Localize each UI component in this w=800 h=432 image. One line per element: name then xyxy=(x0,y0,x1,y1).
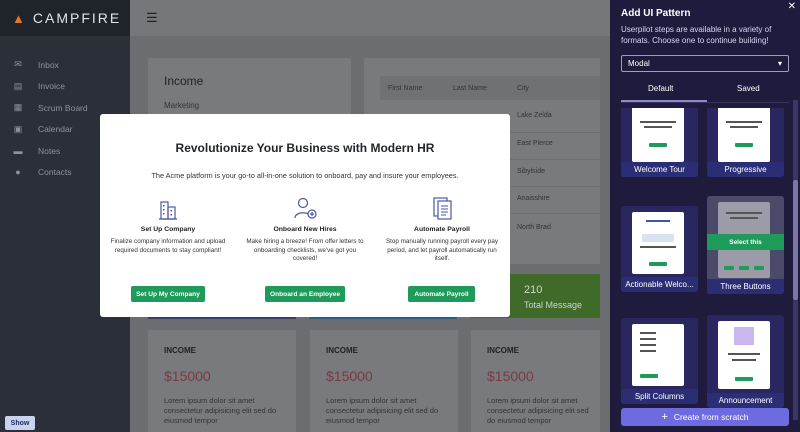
onboard-employee-button[interactable]: Onboard an Employee xyxy=(265,286,345,302)
tile-preview xyxy=(632,212,684,274)
column-header-city[interactable]: City xyxy=(517,85,529,92)
select-value: Modal xyxy=(628,59,650,68)
tile-label: Split Columns xyxy=(621,389,698,404)
pattern-tile-progressive[interactable]: Progressive xyxy=(707,108,784,177)
column-header-last-name[interactable]: Last Name xyxy=(453,85,487,92)
scrollbar-thumb[interactable] xyxy=(793,180,798,300)
income-box: INCOME $15000 Lorem ipsum dolor sit amet… xyxy=(471,330,600,432)
active-tab-indicator xyxy=(621,100,707,102)
income-box-description: Lorem ipsum dolor sit amet consectetur a… xyxy=(164,396,277,425)
notes-icon: ▬ xyxy=(13,145,23,156)
contacts-icon: ● xyxy=(15,167,21,178)
panel-scrollbar[interactable] xyxy=(793,100,798,420)
stat-value: 210 xyxy=(524,284,543,296)
pattern-tile-announcement[interactable]: Announcement xyxy=(707,315,784,408)
income-card-title: Income xyxy=(164,74,204,88)
pattern-type-select[interactable]: Modal ▾ xyxy=(621,55,789,72)
pattern-tile-three-buttons[interactable]: Select this Three Buttons xyxy=(707,196,784,294)
tile-label: Welcome Tour xyxy=(621,162,698,177)
chevron-down-icon: ▾ xyxy=(777,59,782,68)
modal-column-title: Set Up Company xyxy=(140,226,196,233)
onboarding-modal: Revolutionize Your Business with Modern … xyxy=(100,114,510,317)
modal-title: Revolutionize Your Business with Modern … xyxy=(175,141,435,155)
add-person-icon xyxy=(243,196,367,220)
board-icon: ▦ xyxy=(13,102,23,113)
calendar-icon: ▣ xyxy=(13,123,23,134)
sidebar-item-label: Scrum Board xyxy=(38,102,88,113)
income-box: INCOME $15000 Lorem ipsum dolor sit amet… xyxy=(148,330,296,432)
pattern-tile-welcome-tour[interactable]: Welcome Tour xyxy=(621,108,698,177)
table-cell-city: East Pierce xyxy=(517,140,553,147)
income-card-subtitle: Marketing xyxy=(164,101,200,110)
create-button-label: Create from scratch xyxy=(673,412,749,422)
tile-preview xyxy=(718,321,770,389)
income-box-value: $15000 xyxy=(326,368,373,384)
tile-label: Actionable Welco... xyxy=(621,277,698,292)
sidebar-item-label: Contacts xyxy=(38,167,72,178)
automate-payroll-button[interactable]: Automate Payroll xyxy=(408,286,475,302)
modal-column-title: Onboard New Hires xyxy=(273,226,337,233)
income-box-description: Lorem ipsum dolor sit amet consectetur a… xyxy=(487,396,589,425)
invoice-icon: ▤ xyxy=(13,80,23,91)
ui-pattern-panel: Add UI Pattern ✕ Userpilot steps are ava… xyxy=(610,0,800,432)
sidebar-item-inbox[interactable]: ✉ Inbox xyxy=(0,54,130,76)
income-box: INCOME $15000 Lorem ipsum dolor sit amet… xyxy=(310,330,458,432)
documents-icon xyxy=(380,196,504,220)
tab-saved[interactable]: Saved xyxy=(737,84,760,93)
flame-icon: ▲ xyxy=(12,10,27,26)
sidebar-item-label: Invoice xyxy=(38,81,65,92)
tab-divider xyxy=(621,102,789,103)
set-up-company-button[interactable]: Set Up My Company xyxy=(131,286,205,302)
sidebar-item-invoice[interactable]: ▤ Invoice xyxy=(0,76,130,98)
table-cell-city: Lake Zelda xyxy=(517,112,552,119)
tile-preview xyxy=(632,108,684,162)
income-box-value: $15000 xyxy=(487,368,534,384)
tile-preview xyxy=(718,108,770,162)
sidebar-item-label: Inbox xyxy=(38,59,59,70)
brand[interactable]: ▲ CAMPFIRE xyxy=(0,0,130,36)
select-this-button[interactable]: Select this xyxy=(707,234,784,250)
show-button[interactable]: Show xyxy=(5,416,35,430)
tile-label: Progressive xyxy=(707,162,784,177)
pattern-grid: Welcome Tour Progressive Actionable Welc… xyxy=(621,108,791,408)
panel-title: Add UI Pattern xyxy=(621,8,691,19)
pattern-tile-actionable-welcome[interactable]: Actionable Welco... xyxy=(621,206,698,292)
income-box-title: INCOME xyxy=(326,346,358,355)
building-icon xyxy=(106,196,230,220)
sidebar-item-label: Calendar xyxy=(38,124,73,135)
topbar: ☰ xyxy=(130,0,630,36)
column-header-first-name[interactable]: First Name xyxy=(388,85,422,92)
table-cell-city: Anaisshire xyxy=(517,195,550,202)
sidebar-item-label: Notes xyxy=(38,145,61,156)
income-box-description: Lorem ipsum dolor sit amet consectetur a… xyxy=(326,396,439,425)
modal-column-onboard: Onboard New Hires Make hiring a breeze! … xyxy=(243,196,367,264)
income-box-value: $15000 xyxy=(164,368,211,384)
table-cell-city: North Brad xyxy=(517,224,551,231)
plus-icon: + xyxy=(661,411,668,423)
hamburger-menu-icon[interactable]: ☰ xyxy=(146,10,158,26)
modal-column-setup: Set Up Company Finalize company informat… xyxy=(106,196,230,255)
modal-column-payroll: Automate Payroll Stop manually running p… xyxy=(380,196,504,264)
close-icon[interactable]: ✕ xyxy=(788,1,796,12)
modal-column-description: Finalize company information and upload … xyxy=(110,238,226,254)
modal-column-description: Make hiring a breeze! From offer letters… xyxy=(246,238,364,262)
tab-default[interactable]: Default xyxy=(648,84,673,93)
tile-label: Three Buttons xyxy=(707,279,784,294)
modal-column-title: Automate Payroll xyxy=(414,226,470,233)
panel-description: Userpilot steps are available in a varie… xyxy=(621,25,772,45)
table-cell-city: Sibylside xyxy=(517,168,546,175)
brand-name: CAMPFIRE xyxy=(32,10,122,26)
app-root: ▲ CAMPFIRE ✉ Inbox ▤ Invoice ▦ Scrum Boa… xyxy=(0,0,800,432)
tile-label: Announcement xyxy=(707,393,784,408)
stat-label: Total Message xyxy=(524,300,583,310)
income-box-title: INCOME xyxy=(164,346,196,355)
modal-lead: The Acme platform is your go-to all-in-o… xyxy=(151,171,459,180)
modal-column-description: Stop manually running payroll every pay … xyxy=(385,238,498,262)
create-from-scratch-button[interactable]: + Create from scratch xyxy=(621,408,789,426)
pattern-tile-split-columns[interactable]: Split Columns xyxy=(621,318,698,404)
tile-preview xyxy=(632,324,684,386)
mail-icon: ✉ xyxy=(14,59,22,70)
income-box-title: INCOME xyxy=(487,346,519,355)
